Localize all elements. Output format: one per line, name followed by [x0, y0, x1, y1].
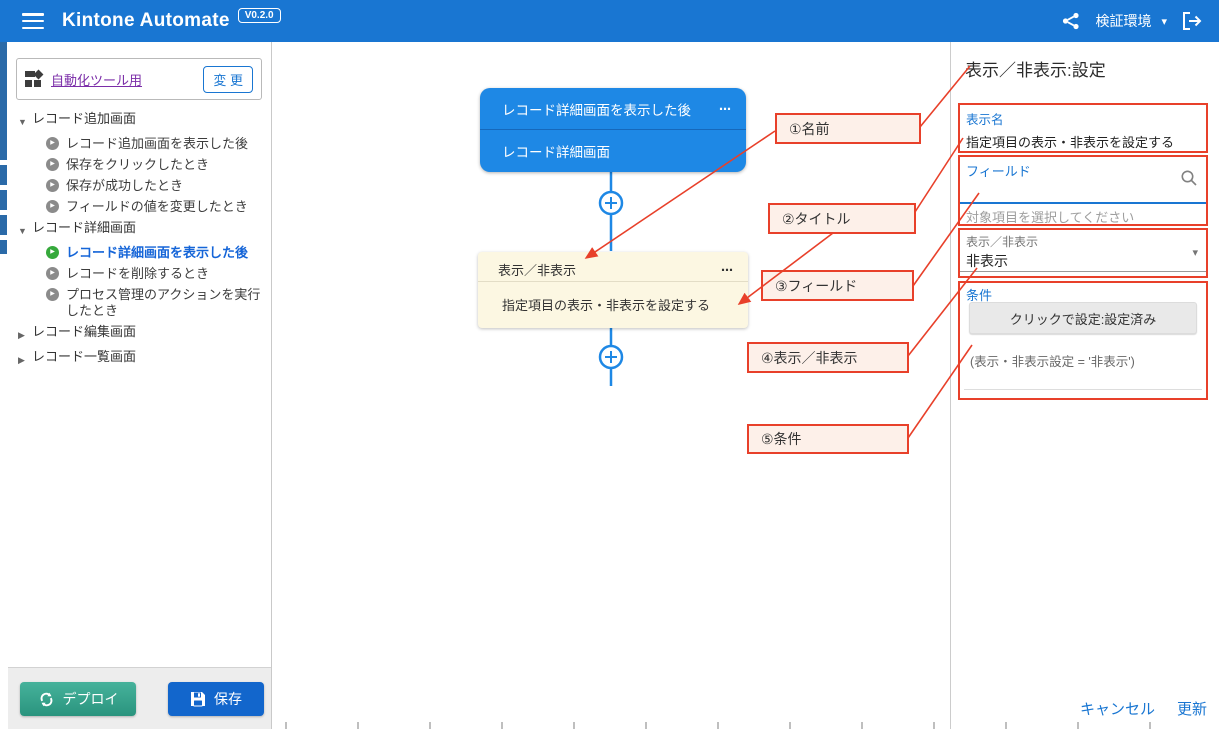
display-name-label: 表示名 [966, 109, 1200, 128]
tree-item[interactable]: ▶ レコードを削除するとき [8, 263, 272, 284]
action-node[interactable]: 表示／非表示 ⋯ 指定項目の表示・非表示を設定する [478, 252, 748, 328]
annotation-title: ②タイトル [768, 203, 916, 234]
sidebar: 自動化ツール用 変 更 ▼ レコード追加画面 ▶ レコード追加画面を表示した後 … [8, 42, 272, 729]
field-helper-text: 対象項目を選択してください [966, 207, 1134, 226]
panel-title: 表示／非表示:設定 [965, 56, 1106, 81]
menu-icon[interactable] [22, 13, 44, 29]
deploy-button[interactable]: デプロイ [20, 682, 136, 716]
node-menu-icon[interactable]: ⋯ [721, 263, 734, 277]
logout-icon[interactable] [1181, 11, 1203, 31]
kintone-automate-app: Kintone Automate V0.2.0 検証環境 ▾ 自動化ツール用 変… [0, 0, 1219, 729]
tree-section-record-list[interactable]: ▶ レコード一覧画面 [8, 346, 272, 371]
trigger-node-title: レコード詳細画面を表示した後 [502, 99, 691, 119]
node-menu-icon[interactable]: ⋯ [719, 102, 732, 116]
event-tree: ▼ レコード追加画面 ▶ レコード追加画面を表示した後 ▶ 保存をクリックしたと… [8, 108, 272, 371]
environment-selector[interactable]: 検証環境 [1095, 11, 1151, 31]
tree-section-record-detail[interactable]: ▼ レコード詳細画面 [8, 217, 272, 242]
display-name-value[interactable]: 指定項目の表示・非表示を設定する [966, 132, 1200, 151]
twisty-open-icon[interactable]: ▼ [18, 111, 32, 130]
annotation-condition: ⑤条件 [747, 424, 909, 454]
tree-item[interactable]: ▶ 保存が成功したとき [8, 175, 272, 196]
twisty-open-icon[interactable]: ▼ [18, 220, 32, 239]
field-label: フィールド [966, 161, 1200, 180]
twisty-closed-icon[interactable]: ▶ [18, 349, 32, 368]
play-icon: ▶ [46, 179, 59, 192]
trigger-node-subtitle: レコード詳細画面 [502, 141, 610, 161]
annotation-visibility: ④表示／非表示 [747, 342, 909, 373]
visibility-value[interactable]: 非表示 [966, 251, 1200, 271]
twisty-closed-icon[interactable]: ▶ [18, 324, 32, 343]
settings-panel: 表示／非表示:設定 表示名 指定項目の表示・非表示を設定する フィールド 対象項… [950, 42, 1219, 729]
app-link[interactable]: 自動化ツール用 [51, 70, 203, 89]
divider [964, 389, 1202, 390]
visibility-label: 表示／非表示 [966, 233, 1200, 250]
app-title: Kintone Automate [62, 10, 230, 32]
share-icon[interactable] [1061, 11, 1081, 31]
cancel-button[interactable]: キャンセル [1080, 698, 1155, 719]
field-input-underline[interactable] [960, 202, 1206, 204]
annotation-field: ③フィールド [761, 270, 914, 301]
chevron-down-icon[interactable]: ▾ [1161, 15, 1167, 28]
annotation-name: ①名前 [775, 113, 921, 144]
tree-item[interactable]: ▶ フィールドの値を変更したとき [8, 196, 272, 217]
floppy-icon [190, 691, 206, 707]
play-icon: ▶ [46, 200, 59, 213]
tree-item[interactable]: ▶ レコード追加画面を表示した後 [8, 133, 272, 154]
update-button[interactable]: 更新 [1177, 698, 1207, 719]
change-app-button[interactable]: 変 更 [203, 66, 253, 93]
action-node-title: 表示／非表示 [498, 260, 576, 279]
visibility-underline [960, 271, 1206, 272]
play-icon: ▶ [46, 288, 59, 301]
tree-item-active[interactable]: ▶ レコード詳細画面を表示した後 [8, 242, 272, 263]
tree-item[interactable]: ▶ プロセス管理のアクションを実行したとき [8, 284, 272, 321]
condition-section: 条件 クリックで設定:設定済み (表示・非表示設定 = '非表示') [958, 281, 1208, 400]
play-icon-active: ▶ [46, 246, 59, 259]
tree-section-record-edit[interactable]: ▶ レコード編集画面 [8, 321, 272, 346]
tree-section-record-add[interactable]: ▼ レコード追加画面 [8, 108, 272, 133]
panel-footer: キャンセル 更新 [1080, 698, 1207, 719]
tree-item[interactable]: ▶ 保存をクリックしたとき [8, 154, 272, 175]
display-name-field: 表示名 指定項目の表示・非表示を設定する [958, 103, 1208, 153]
sync-icon [38, 691, 55, 708]
left-edge-strip [0, 42, 8, 729]
app-card: 自動化ツール用 変 更 [16, 58, 262, 100]
environment-label: 検証環境 [1095, 11, 1151, 31]
sidebar-footer: デプロイ 保存 [8, 667, 271, 729]
version-badge: V0.2.0 [238, 8, 281, 23]
play-icon: ▶ [46, 267, 59, 280]
play-icon: ▶ [46, 137, 59, 150]
flow-canvas[interactable]: レコード詳細画面を表示した後 ⋯ レコード詳細画面 表示／非表示 ⋯ 指定項目の… [272, 42, 950, 729]
condition-set-button[interactable]: クリックで設定:設定済み [969, 302, 1197, 334]
action-node-subtitle: 指定項目の表示・非表示を設定する [502, 295, 710, 314]
condition-summary: (表示・非表示設定 = '非表示') [970, 351, 1135, 370]
topbar: Kintone Automate V0.2.0 検証環境 ▾ [0, 0, 1219, 42]
search-icon[interactable] [1180, 169, 1198, 192]
field-selector: フィールド 対象項目を選択してください [958, 155, 1208, 226]
play-icon: ▶ [46, 158, 59, 171]
trigger-node[interactable]: レコード詳細画面を表示した後 ⋯ レコード詳細画面 [480, 88, 746, 172]
select-caret-icon[interactable]: ▾ [1192, 246, 1198, 259]
visibility-select[interactable]: 表示／非表示 非表示 ▾ [958, 228, 1208, 278]
save-button[interactable]: 保存 [168, 682, 264, 716]
app-icon [25, 70, 43, 88]
